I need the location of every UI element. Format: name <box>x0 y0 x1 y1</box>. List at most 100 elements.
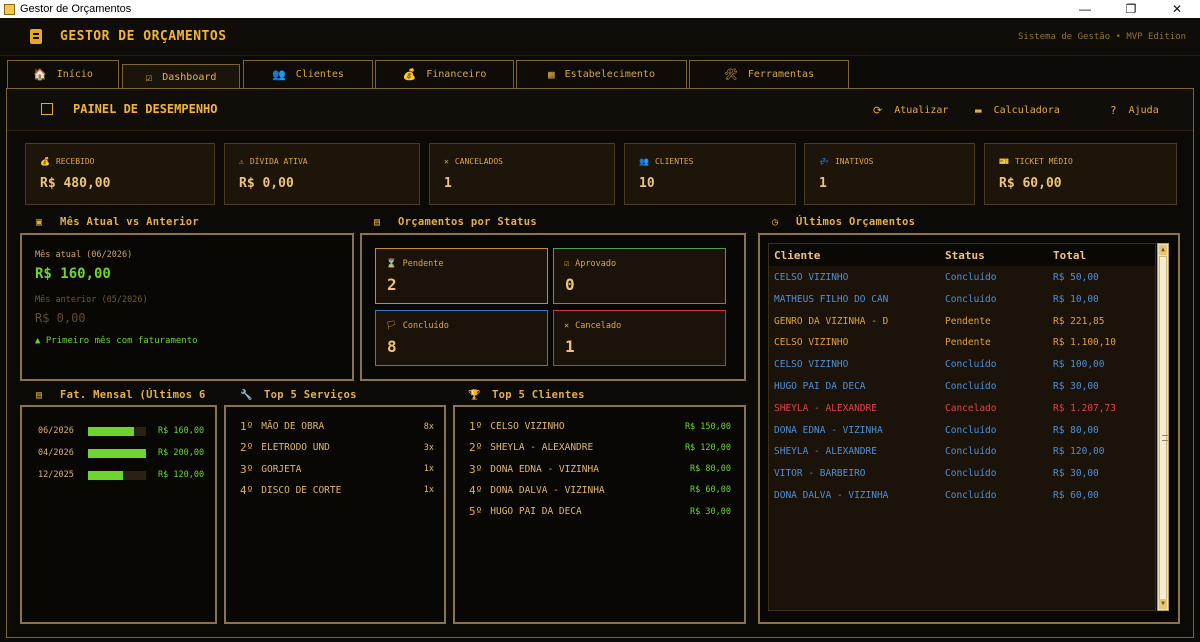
status-card-aprovado[interactable]: ☑ Aprovado 0 <box>553 248 726 304</box>
table-row[interactable]: CELSO VIZINHO Concluído R$ 100,00 <box>769 355 1155 375</box>
tab-ferramentas[interactable]: 🛠 Ferramentas <box>689 60 849 88</box>
tab-estabelecimento[interactable]: ▦ Estabelecimento <box>516 60 687 88</box>
status-box: ⏳ Pendente 2 ☑ Aprovado 0 🏳 Concluído 8 ✕ Ca… <box>360 233 746 381</box>
section-label: Top 5 Clientes <box>492 389 585 401</box>
scroll-up-icon[interactable]: ▲ <box>1159 245 1167 255</box>
list-item: 2º SHEYLA - ALEXANDRE R$ 120,00 <box>469 441 731 454</box>
rank: 1º <box>469 420 483 433</box>
client-name: HUGO PAI DA DECA <box>490 506 582 518</box>
cell-total: R$ 1.100,10 <box>1053 337 1116 349</box>
table-row[interactable]: SHEYLA - ALEXANDRE Concluído R$ 120,00 <box>769 442 1155 462</box>
status-card-cancelado[interactable]: ✕ Cancelado 1 <box>553 310 726 366</box>
scroll-down-icon[interactable]: ▼ <box>1159 599 1167 609</box>
current-month-label: Mês atual (06/2026) <box>35 250 133 260</box>
monthly-box: 06/2026 R$ 160,00 04/2026 R$ 200,00 12/2025 R… <box>20 405 217 624</box>
previous-month-value: R$ 0,00 <box>35 311 86 325</box>
kpi-value: R$ 0,00 <box>239 176 294 191</box>
client-amount: R$ 80,00 <box>690 464 731 475</box>
table-row[interactable]: CELSO VIZINHO Pendente R$ 1.100,10 <box>769 333 1155 353</box>
client-amount: R$ 120,00 <box>684 442 731 453</box>
status-label: Cancelado <box>575 321 622 331</box>
monthly-row: 12/2025 R$ 120,00 <box>38 468 204 482</box>
cell-total: R$ 30,00 <box>1053 468 1099 480</box>
table-row[interactable]: CELSO VIZINHO Concluído R$ 50,00 <box>769 268 1155 288</box>
table-row[interactable]: GENRO DA VIZINHA - D Pendente R$ 221,85 <box>769 312 1155 332</box>
tab-label: Clientes <box>295 69 344 80</box>
close-button[interactable]: ✕ <box>1154 0 1200 18</box>
cell-client: DONA EDNA - VIZINHA <box>774 424 883 436</box>
kpi-value: 1 <box>444 176 452 191</box>
revenue-bar-track <box>88 426 146 436</box>
cell-status: Concluído <box>945 272 997 283</box>
client-amount: R$ 60,00 <box>690 485 731 496</box>
client-amount: R$ 150,00 <box>684 421 731 432</box>
users-icon: 👥 <box>639 157 649 166</box>
table-row[interactable]: MATHEUS FILHO DO CÂN Concluído R$ 10,00 <box>769 290 1155 310</box>
status-count: 8 <box>387 337 397 356</box>
list-item: 3º GORJETA 1x <box>240 463 434 476</box>
clipboard-icon <box>30 29 42 44</box>
rank: 4º <box>469 483 483 497</box>
cell-total: R$ 1.207,73 <box>1053 402 1116 414</box>
app-subtitle: Sistema de Gestão • MVP Edition <box>1018 32 1186 42</box>
section-title-services: 🔧 Top 5 Serviços <box>240 389 357 401</box>
cell-client: CELSO VIZINHO <box>774 359 849 371</box>
table-row[interactable]: HUGO PAI DA DECA Concluído R$ 30,00 <box>769 377 1155 397</box>
kpi-value: R$ 480,00 <box>40 176 111 191</box>
list-item: 1º CELSO VIZINHO R$ 150,00 <box>469 420 731 433</box>
table-row[interactable]: VITOR - BARBEIRO Concluído R$ 30,00 <box>769 464 1155 484</box>
scroll-thumb[interactable] <box>1159 256 1168 600</box>
list-item: 2º ELETRODO UND 3x <box>240 441 434 454</box>
calculator-button[interactable]: ▬ Calculadora <box>975 104 1060 117</box>
users-icon: 👥 <box>272 68 286 81</box>
kpi-clientes: 👥 CLIENTES 10 <box>624 143 796 205</box>
cell-status: Concluído <box>945 293 997 305</box>
status-card-concluido[interactable]: 🏳 Concluído 8 <box>375 310 548 366</box>
hourglass-icon: ⏳ <box>386 259 397 269</box>
cell-total: R$ 60,00 <box>1053 490 1099 501</box>
cell-client: SHEYLA - ALEXANDRE <box>774 402 877 414</box>
kpi-label: CLIENTES <box>654 157 694 166</box>
cell-status: Cancelado <box>945 402 997 414</box>
calendar-icon: ▣ <box>36 216 43 228</box>
trophy-icon: 🏆 <box>468 389 481 401</box>
refresh-button[interactable]: ⟳ Atualizar <box>873 104 948 117</box>
table-row[interactable]: DONA DALVA - VIZINHA Concluído R$ 60,00 <box>769 486 1155 506</box>
tab-label: Financeiro <box>426 69 487 80</box>
help-icon: ? <box>1110 104 1117 117</box>
status-label: Pendente <box>402 259 444 269</box>
maximize-button[interactable]: ❐ <box>1108 0 1154 18</box>
section-label: Top 5 Serviços <box>264 389 357 401</box>
column-header-status[interactable]: Status <box>945 249 985 262</box>
column-header-cliente[interactable]: Cliente <box>774 249 820 262</box>
cell-client: MATHEUS FILHO DO CÂN <box>774 293 889 305</box>
month-value: R$ 200,00 <box>158 448 205 458</box>
client-name: DONA DALVA - VIZINHA <box>490 484 605 496</box>
tab-clientes[interactable]: 👥 Clientes <box>243 60 373 88</box>
revenue-bar <box>88 448 146 458</box>
app-header: GESTOR DE ORÇAMENTOS Sistema de Gestão •… <box>0 18 1200 56</box>
minimize-button[interactable]: — <box>1062 0 1108 18</box>
cell-total: R$ 221,85 <box>1053 315 1105 327</box>
home-icon: 🏠 <box>33 68 47 81</box>
recent-scrollbar[interactable]: ▲ ▼ <box>1157 243 1169 611</box>
table-row[interactable]: DONA EDNA - VIZINHA Concluído R$ 80,00 <box>769 421 1155 441</box>
cell-status: Pendente <box>945 315 991 327</box>
grip-icon <box>1162 435 1168 441</box>
kpi-label: DÍVIDA ATIVA <box>249 157 308 166</box>
flag-icon: 🏳 <box>386 321 397 331</box>
revenue-bar-track <box>88 470 146 480</box>
cell-status: Concluído <box>945 424 997 436</box>
status-card-pendente[interactable]: ⏳ Pendente 2 <box>375 248 548 304</box>
tab-financeiro[interactable]: 💰 Financeiro <box>375 60 514 88</box>
help-button[interactable]: ? Ajuda <box>1110 104 1159 117</box>
monthly-row: 04/2026 R$ 200,00 <box>38 446 204 460</box>
tab-inicio[interactable]: 🏠 Início <box>7 60 119 88</box>
service-count: 1x <box>423 464 434 475</box>
panel-title: PAINEL DE DESEMPENHO <box>73 102 218 116</box>
column-header-total[interactable]: Total <box>1053 249 1086 262</box>
cell-status: Concluído <box>945 446 997 458</box>
tab-dashboard[interactable]: ☑ Dashboard <box>122 64 240 89</box>
table-row[interactable]: SHEYLA - ALEXANDRE Cancelado R$ 1.207,73 <box>769 399 1155 419</box>
calculator-icon: ▬ <box>975 104 982 117</box>
